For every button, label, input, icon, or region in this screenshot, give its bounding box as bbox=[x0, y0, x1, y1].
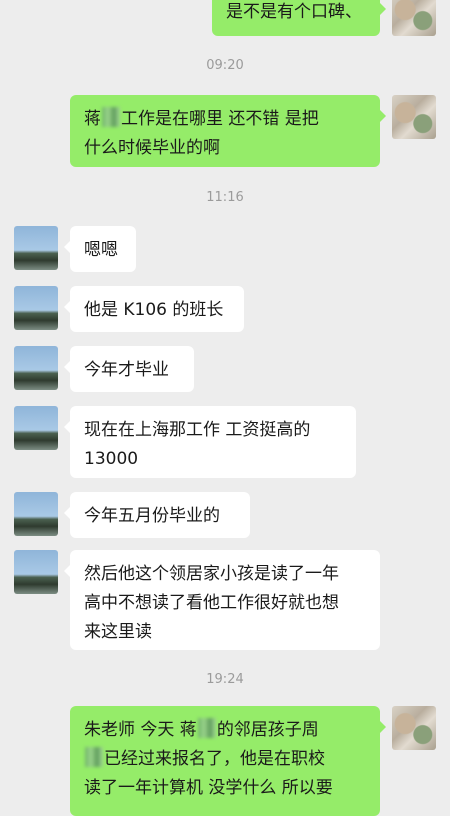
message-line: 蒋工作是在哪里 还不错 是把 bbox=[84, 107, 319, 129]
contact-avatar[interactable] bbox=[14, 492, 58, 536]
message-text: 是不是有个口碑、 bbox=[226, 2, 362, 22]
timestamp: 09:20 bbox=[206, 58, 244, 73]
contact-avatar[interactable] bbox=[14, 286, 58, 330]
message-bubble-incoming[interactable]: 然后他这个领居家小孩是读了一年 高中不想读了看他工作很好就也想 来这里读 bbox=[64, 550, 380, 650]
message-bubble-incoming[interactable]: 现在在上海那工作 工资挺高的 13000 bbox=[64, 406, 356, 478]
redacted-name bbox=[102, 107, 120, 127]
message-bubble-outgoing[interactable]: 蒋工作是在哪里 还不错 是把 什么时候毕业的啊 bbox=[70, 95, 386, 167]
user-avatar[interactable] bbox=[392, 0, 436, 36]
message-bubble-incoming[interactable]: 他是 K106 的班长 bbox=[64, 286, 244, 332]
message-line: 13000 bbox=[84, 449, 139, 469]
message-line: 高中不想读了看他工作很好就也想 bbox=[84, 593, 339, 613]
message-line: 已经过来报名了，他是在职校 bbox=[84, 745, 366, 774]
message-line: 来这里读 bbox=[84, 622, 152, 642]
redacted-name bbox=[197, 718, 216, 738]
contact-avatar[interactable] bbox=[14, 550, 58, 594]
message-bubble-outgoing[interactable]: 是不是有个口碑、 bbox=[212, 0, 386, 36]
message-text: 今年五月份毕业的 bbox=[84, 506, 220, 526]
message-bubble-incoming[interactable]: 今年五月份毕业的 bbox=[64, 492, 250, 538]
timestamp: 11:16 bbox=[206, 190, 244, 205]
redacted-name bbox=[85, 747, 103, 767]
message-line: 什么时候毕业的啊 bbox=[84, 138, 220, 158]
message-line: 然后他这个领居家小孩是读了一年 bbox=[84, 564, 339, 584]
contact-avatar[interactable] bbox=[14, 346, 58, 390]
message-bubble-incoming[interactable]: 今年才毕业 bbox=[64, 346, 194, 392]
contact-avatar[interactable] bbox=[14, 226, 58, 270]
timestamp: 19:24 bbox=[206, 672, 244, 687]
message-text: 嗯嗯 bbox=[84, 240, 118, 260]
message-bubble-incoming[interactable]: 嗯嗯 bbox=[64, 226, 136, 272]
message-line: 读了一年计算机 没学什么 所以要 bbox=[84, 778, 333, 798]
user-avatar[interactable] bbox=[392, 95, 436, 139]
contact-avatar[interactable] bbox=[14, 406, 58, 450]
message-text: 今年才毕业 bbox=[84, 360, 169, 380]
message-text: 他是 K106 的班长 bbox=[84, 300, 224, 320]
user-avatar[interactable] bbox=[392, 706, 436, 750]
message-line: 现在在上海那工作 工资挺高的 bbox=[84, 420, 311, 440]
message-line: 朱老师 今天 蒋的邻居孩子周 bbox=[84, 718, 319, 740]
